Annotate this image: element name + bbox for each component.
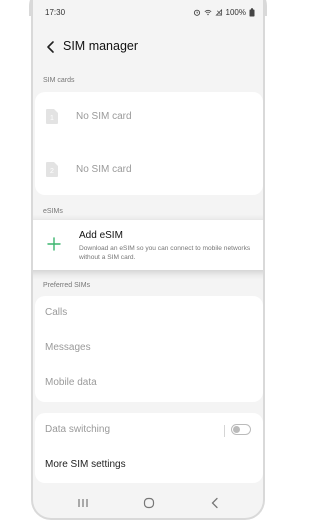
add-esim-title: Add eSIM (79, 230, 123, 241)
navigation-bar (33, 488, 263, 518)
preferred-messages[interactable]: Messages (45, 342, 91, 353)
data-switching-label: Data switching (45, 424, 111, 435)
recent-apps-icon[interactable] (75, 496, 91, 510)
preferred-mobile-data[interactable]: Mobile data (45, 377, 97, 388)
sim-card-row-2[interactable]: 2 No SIM card (35, 145, 263, 195)
sim-card-row-1[interactable]: 1 No SIM card (35, 92, 263, 142)
more-sim-settings-link[interactable]: More SIM settings (45, 459, 126, 470)
sim-card-status: No SIM card (76, 111, 132, 122)
back-arrow-icon[interactable] (43, 38, 59, 56)
app-header: SIM manager (33, 32, 263, 62)
phone-screen: 17:30 100% SIM manager SIM cards 1 No SI… (31, 0, 265, 520)
back-nav-icon[interactable] (207, 496, 223, 510)
sim-slot-number: 1 (50, 115, 54, 122)
section-label-sim-cards: SIM cards (43, 77, 75, 84)
alarm-icon (193, 9, 200, 16)
sim-card-icon: 2 (46, 162, 58, 177)
toggle-knob (233, 426, 240, 433)
no-signal-icon (214, 9, 222, 16)
sim-cards-card: 1 No SIM card 2 No SIM card (35, 92, 263, 195)
settings-card: Data switching More SIM settings (35, 413, 263, 483)
battery-icon (249, 8, 255, 17)
sim-card-status: No SIM card (76, 164, 132, 175)
divider (224, 425, 225, 437)
status-icons: 100% (193, 8, 255, 17)
sim-slot-number: 2 (50, 168, 54, 175)
section-label-preferred-sims: Preferred SIMs (43, 282, 91, 289)
data-switching-toggle[interactable] (231, 424, 251, 435)
plus-icon (47, 237, 61, 251)
home-icon[interactable] (141, 496, 157, 510)
add-esim-description: Download an eSIM so you can connect to m… (79, 245, 251, 261)
page-title: SIM manager (63, 39, 139, 53)
status-bar: 17:30 100% (33, 6, 263, 22)
sim-card-icon: 1 (46, 109, 58, 124)
preferred-sims-card: Calls Messages Mobile data (35, 296, 263, 402)
status-time: 17:30 (45, 8, 66, 17)
battery-percent: 100% (225, 8, 246, 17)
wifi-icon (204, 9, 211, 16)
section-label-esims: eSIMs (43, 208, 63, 215)
add-esim-button[interactable]: Add eSIM Download an eSIM so you can con… (33, 220, 263, 270)
data-switching-row[interactable]: Data switching (35, 413, 263, 448)
preferred-calls[interactable]: Calls (45, 307, 67, 318)
